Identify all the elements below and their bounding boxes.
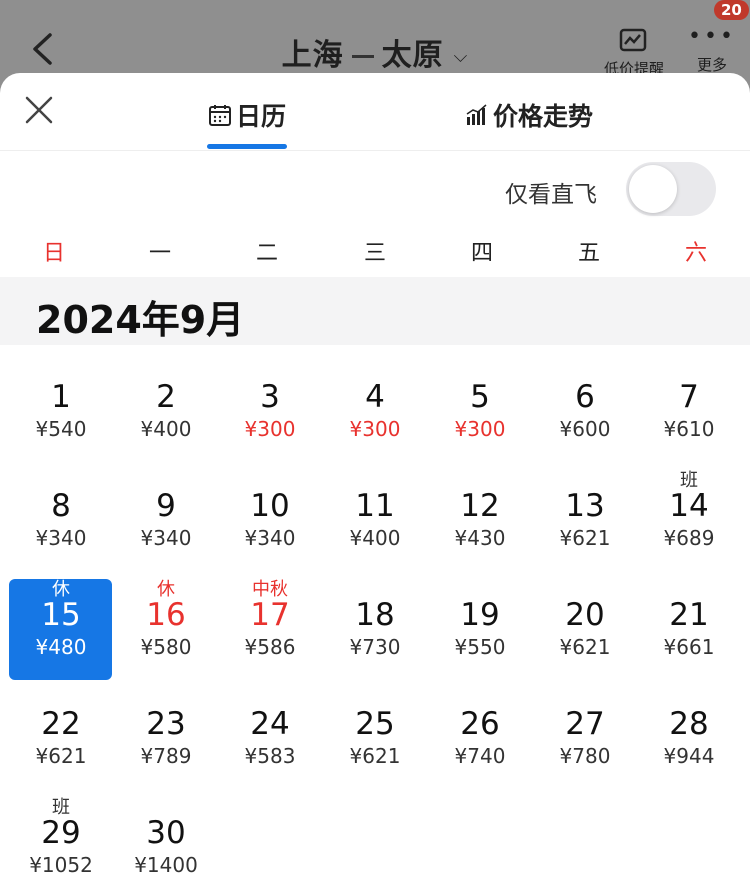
day-price: ¥340 bbox=[140, 526, 192, 550]
day-price: ¥340 bbox=[35, 526, 87, 550]
day-price: ¥480 bbox=[35, 635, 87, 659]
day-number: 30 bbox=[146, 815, 186, 851]
day-number: 16 bbox=[146, 597, 186, 633]
day-price: ¥621 bbox=[559, 635, 611, 659]
calendar-day[interactable]: 班 29 ¥1052 bbox=[9, 797, 113, 878]
day-number: 24 bbox=[250, 706, 290, 742]
price-alert-button[interactable]: 低价提醒 bbox=[596, 28, 672, 79]
calendar-day[interactable]: 26 ¥740 bbox=[428, 706, 532, 810]
calendar-day[interactable]: 30 ¥1400 bbox=[114, 815, 218, 878]
day-price: ¥300 bbox=[244, 417, 296, 441]
calendar-sheet: 日历 价格走势 仅看直飞 日 一 二 三 四 五 六 2024年9月 1 ¥540… bbox=[0, 73, 750, 878]
day-price: ¥780 bbox=[559, 744, 611, 768]
day-number: 19 bbox=[460, 597, 500, 633]
day-price: ¥586 bbox=[244, 635, 296, 659]
day-price: ¥789 bbox=[140, 744, 192, 768]
day-number: 7 bbox=[679, 379, 699, 415]
more-dots-icon: ••• bbox=[688, 24, 736, 49]
day-price: ¥580 bbox=[140, 635, 192, 659]
calendar-day[interactable]: 班 14 ¥689 bbox=[637, 470, 741, 592]
day-price: ¥583 bbox=[244, 744, 296, 768]
day-price: ¥400 bbox=[140, 417, 192, 441]
day-number: 2 bbox=[156, 379, 176, 415]
calendar-day[interactable]: 休 15 ¥480 bbox=[9, 579, 113, 701]
day-number: 6 bbox=[575, 379, 595, 415]
day-price: ¥550 bbox=[454, 635, 506, 659]
day-number: 22 bbox=[41, 706, 81, 742]
day-number: 15 bbox=[41, 597, 81, 633]
calendar-day[interactable]: 1 ¥540 bbox=[9, 379, 113, 483]
calendar-day[interactable]: 27 ¥780 bbox=[533, 706, 637, 810]
day-price: ¥340 bbox=[244, 526, 296, 550]
calendar-day[interactable]: 12 ¥430 bbox=[428, 488, 532, 592]
day-number: 12 bbox=[460, 488, 500, 524]
calendar-day[interactable]: 休 16 ¥580 bbox=[114, 579, 218, 701]
calendar-day[interactable]: 21 ¥661 bbox=[637, 597, 741, 701]
day-number: 26 bbox=[460, 706, 500, 742]
day-number: 25 bbox=[355, 706, 395, 742]
day-price: ¥540 bbox=[35, 417, 87, 441]
day-number: 13 bbox=[565, 488, 605, 524]
day-number: 5 bbox=[470, 379, 490, 415]
route-arrow-icon bbox=[351, 55, 374, 58]
day-price: ¥400 bbox=[349, 526, 401, 550]
calendar-day[interactable]: 5 ¥300 bbox=[428, 379, 532, 483]
origin-city: 上海 bbox=[281, 38, 344, 73]
day-price: ¥944 bbox=[663, 744, 715, 768]
calendar-day[interactable]: 28 ¥944 bbox=[637, 706, 741, 810]
day-price: ¥740 bbox=[454, 744, 506, 768]
calendar-day[interactable]: 11 ¥400 bbox=[323, 488, 427, 592]
more-label: 更多 bbox=[696, 56, 727, 74]
day-number: 20 bbox=[565, 597, 605, 633]
day-number: 10 bbox=[250, 488, 290, 524]
day-number: 23 bbox=[146, 706, 186, 742]
day-number: 28 bbox=[669, 706, 709, 742]
destination-city: 太原 bbox=[381, 38, 444, 73]
day-price: ¥621 bbox=[349, 744, 401, 768]
day-number: 21 bbox=[669, 597, 709, 633]
day-number: 29 bbox=[41, 815, 81, 851]
day-number: 27 bbox=[565, 706, 605, 742]
calendar-day[interactable]: 3 ¥300 bbox=[218, 379, 322, 483]
calendar-day[interactable]: 25 ¥621 bbox=[323, 706, 427, 810]
calendar-day[interactable]: 19 ¥550 bbox=[428, 597, 532, 701]
calendar-day[interactable]: 6 ¥600 bbox=[533, 379, 637, 483]
calendar-day[interactable]: 2 ¥400 bbox=[114, 379, 218, 483]
day-price: ¥689 bbox=[663, 526, 715, 550]
calendar-day[interactable]: 24 ¥583 bbox=[218, 706, 322, 810]
day-number: 1 bbox=[51, 379, 71, 415]
day-price: ¥621 bbox=[559, 526, 611, 550]
day-price: ¥610 bbox=[663, 417, 715, 441]
more-button[interactable]: ••• 更多 bbox=[684, 24, 740, 75]
day-price: ¥430 bbox=[454, 526, 506, 550]
chevron-down-icon: ⌵ bbox=[453, 46, 469, 67]
calendar-day[interactable]: 23 ¥789 bbox=[114, 706, 218, 810]
price-alert-icon bbox=[619, 28, 647, 52]
day-number: 17 bbox=[250, 597, 290, 633]
day-number: 3 bbox=[260, 379, 280, 415]
day-price: ¥621 bbox=[35, 744, 87, 768]
day-price: ¥300 bbox=[349, 417, 401, 441]
notification-badge: 20 bbox=[714, 0, 749, 20]
day-number: 8 bbox=[51, 488, 71, 524]
calendar-grid: 1 ¥540 2 ¥400 3 ¥300 4 ¥300 5 ¥300 6 ¥600 7 ¥610 8 ¥340… bbox=[0, 73, 750, 878]
day-price: ¥300 bbox=[454, 417, 506, 441]
day-price: ¥1052 bbox=[29, 853, 93, 877]
day-number: 14 bbox=[669, 488, 709, 524]
day-price: ¥1400 bbox=[134, 853, 198, 877]
day-price: ¥661 bbox=[663, 635, 715, 659]
day-number: 11 bbox=[355, 488, 395, 524]
day-price: ¥600 bbox=[559, 417, 611, 441]
calendar-day[interactable]: 18 ¥730 bbox=[323, 597, 427, 701]
calendar-day[interactable]: 4 ¥300 bbox=[323, 379, 427, 483]
day-number: 18 bbox=[355, 597, 395, 633]
calendar-day[interactable]: 13 ¥621 bbox=[533, 488, 637, 592]
day-number: 4 bbox=[365, 379, 385, 415]
day-price: ¥730 bbox=[349, 635, 401, 659]
day-number: 9 bbox=[156, 488, 176, 524]
calendar-day[interactable]: 20 ¥621 bbox=[533, 597, 637, 701]
calendar-day[interactable]: 中秋 17 ¥586 bbox=[218, 579, 322, 701]
